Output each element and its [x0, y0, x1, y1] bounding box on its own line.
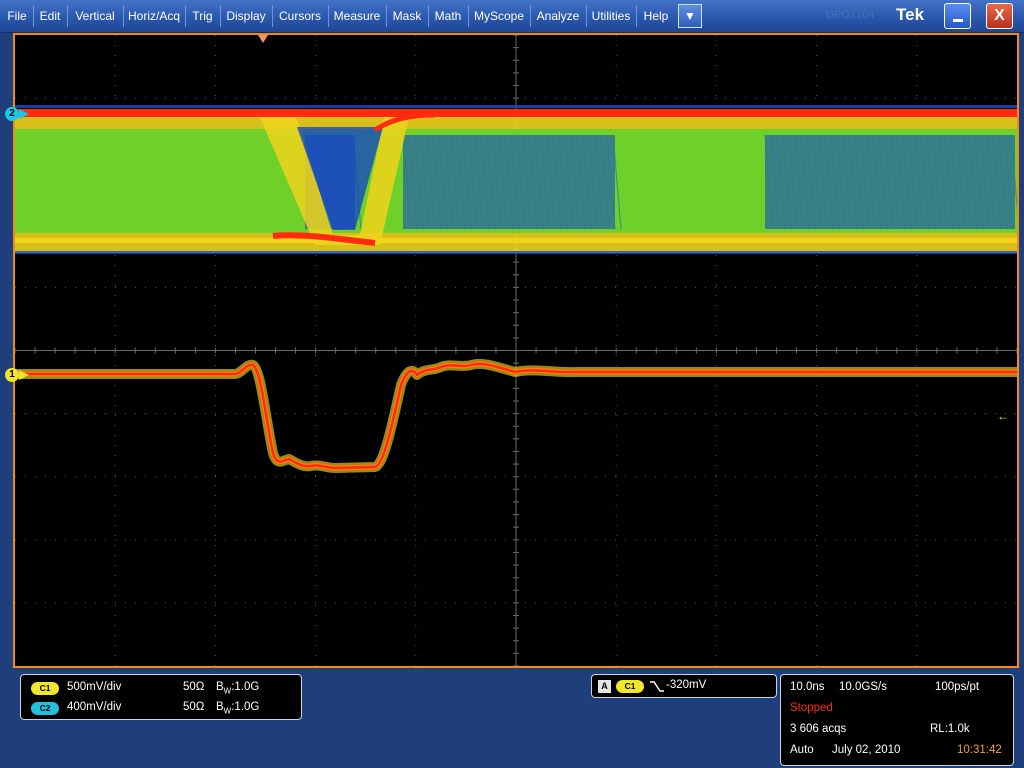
menu-dropdown-button[interactable]: ▼ — [678, 4, 702, 28]
time-resolution: 100ps/pt — [935, 681, 980, 693]
ch2-termination: 50Ω — [183, 701, 205, 713]
trigger-level: -320mV — [666, 679, 707, 691]
close-icon: X — [994, 7, 1005, 24]
date: July 02, 2010 — [832, 744, 901, 756]
menu-measure[interactable]: Measure — [329, 0, 385, 32]
record-length: RL:1.0k — [930, 723, 970, 735]
brand-logo: Tek — [896, 5, 925, 24]
menu-help[interactable]: Help — [637, 0, 675, 32]
ch1-arrow-icon — [19, 370, 29, 380]
sample-rate: 10.0GS/s — [839, 681, 887, 693]
ch2-high-level-trace — [15, 109, 1017, 117]
ch1-badge[interactable]: C1 — [31, 682, 59, 695]
waveform-canvas — [15, 35, 1017, 666]
menu-mask[interactable]: Mask — [387, 0, 427, 32]
vertical-readout[interactable]: C1 500mV/div 50Ω BW:1.0G C2 400mV/div 50… — [20, 674, 302, 720]
menu-vertical[interactable]: Vertical — [68, 0, 122, 32]
chevron-down-icon: ▼ — [684, 9, 696, 23]
trigger-mode: Auto — [790, 744, 814, 756]
ch2-bandwidth: BW:1.0G — [216, 701, 260, 716]
ch1-ground-marker[interactable]: 1 — [5, 368, 19, 382]
ch2-badge[interactable]: C2 — [31, 702, 59, 715]
ch2-scale: 400mV/div — [67, 701, 122, 713]
menu-myscope[interactable]: MyScope — [469, 0, 529, 32]
menu-horiz-acq[interactable]: Horiz/Acq — [124, 0, 184, 32]
minimize-button[interactable] — [944, 3, 971, 29]
ch1-bandwidth: BW:1.0G — [216, 681, 260, 696]
menu-file[interactable]: File — [2, 0, 32, 32]
ch2-top-noise — [15, 105, 1017, 108]
ch2-ground-marker[interactable]: 2 — [5, 107, 19, 121]
ch2-bottom-noise — [15, 251, 1017, 254]
close-button[interactable]: X — [986, 3, 1013, 29]
ch2-arrow-icon — [19, 109, 29, 119]
menu-utilities[interactable]: Utilities — [587, 0, 635, 32]
trigger-type-badge: A — [598, 680, 611, 693]
trigger-source-badge: C1 — [616, 680, 644, 693]
menu-bar: File Edit Vertical Horiz/Acq Trig Displa… — [0, 0, 1024, 33]
trigger-readout[interactable]: A C1 -320mV — [591, 674, 777, 698]
acquisition-readout[interactable]: 10.0ns 10.0GS/s 100ps/pt Stopped 3 606 a… — [780, 674, 1014, 766]
ch1-termination: 50Ω — [183, 681, 205, 693]
ch1-scale: 500mV/div — [67, 681, 122, 693]
acquisition-count: 3 606 acqs — [790, 723, 847, 735]
menu-display[interactable]: Display — [221, 0, 271, 32]
menu-cursors[interactable]: Cursors — [273, 0, 327, 32]
ch2-low-level-trace — [15, 238, 1017, 243]
trigger-position-icon[interactable] — [258, 35, 268, 43]
timebase-scale: 10.0ns — [790, 681, 825, 693]
model-watermark: DPO7104 — [826, 9, 875, 21]
falling-edge-icon — [650, 681, 664, 692]
menu-math[interactable]: Math — [429, 0, 467, 32]
menu-edit[interactable]: Edit — [34, 0, 66, 32]
menu-analyze[interactable]: Analyze — [531, 0, 585, 32]
trigger-level-icon[interactable]: ← — [997, 410, 1009, 422]
minimize-icon — [953, 19, 963, 22]
menu-trig[interactable]: Trig — [186, 0, 219, 32]
waveform-display[interactable] — [13, 33, 1019, 668]
run-status: Stopped — [790, 702, 833, 714]
clock-time: 10:31:42 — [957, 744, 1002, 756]
